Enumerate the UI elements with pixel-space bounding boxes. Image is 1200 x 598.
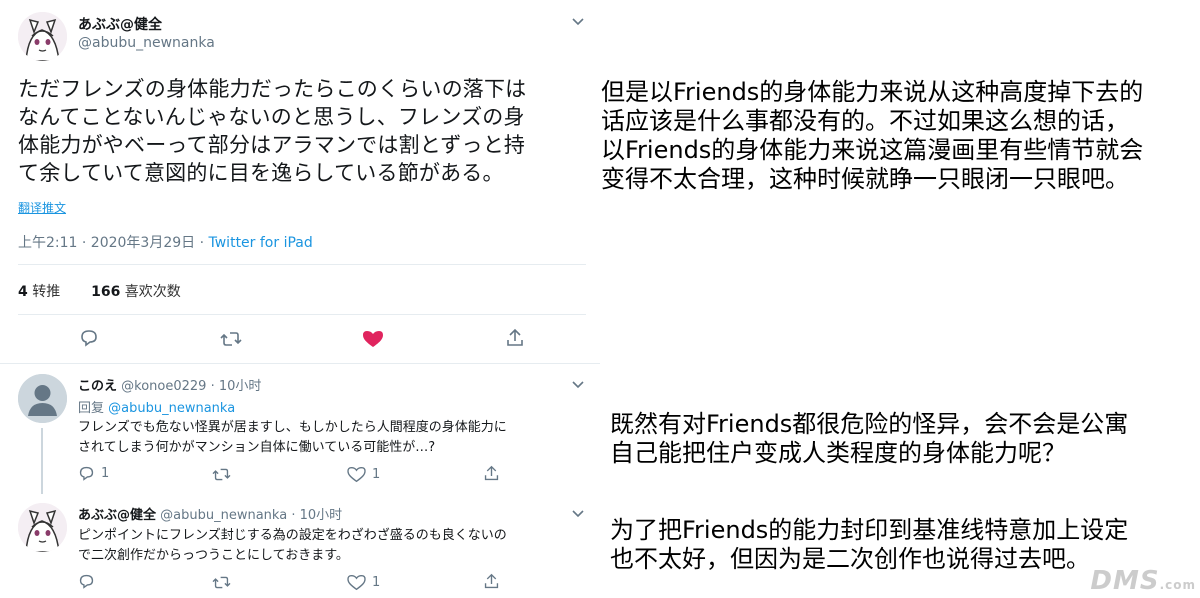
translation-block-1: 但是以Friends的身体能力来说从这种高度掉下去的 话应该是什么事都没有的。不…	[601, 78, 1143, 194]
tweet-panel: あぶぶ@健全 @abubu_newnanka ただフレンズの身体能力だったらこの…	[0, 0, 600, 598]
author-handle[interactable]: @abubu_newnanka	[78, 35, 215, 51]
translation-line: 但是以Friends的身体能力来说从这种高度掉下去的	[601, 78, 1144, 106]
like-button[interactable]	[362, 329, 384, 349]
chevron-down-icon[interactable]	[572, 14, 584, 30]
tweet-text-line: 体能力がやベーって部分はアラマンでは割とずっと持	[18, 133, 526, 157]
tweet-text-line: なんてことないんじゃないのと思うし、フレンズの身	[18, 105, 525, 129]
tweet-meta: 上午2:11 · 2020年3月29日 · Twitter for iPad	[18, 232, 313, 252]
reply-mention-link[interactable]: @abubu_newnanka	[108, 401, 235, 416]
chevron-down-icon[interactable]	[572, 506, 584, 522]
watermark-logo: DMS.com	[1090, 566, 1196, 596]
translation-line: 以Friends的身体能力来说这篇漫画里有些情节就会	[601, 136, 1144, 164]
like-stat[interactable]: 166 喜欢次数	[91, 284, 181, 300]
retweet-count: 4	[18, 284, 28, 300]
reply-author-handle[interactable]: @abubu_newnanka · 10小时	[160, 508, 342, 523]
heart-outline-icon	[347, 575, 366, 591]
like-button[interactable]: 1	[347, 574, 380, 591]
retweet-button[interactable]	[212, 466, 231, 483]
reply-button[interactable]	[78, 573, 95, 590]
reply-icon	[81, 330, 97, 347]
avatar[interactable]	[18, 12, 67, 61]
avatar[interactable]	[18, 374, 67, 423]
divider	[18, 264, 586, 265]
like-count: 1	[372, 575, 381, 590]
share-icon	[507, 328, 523, 346]
reply-prefix: 回复	[78, 401, 105, 416]
reply-author-name[interactable]: このえ	[78, 379, 117, 394]
reply-icon	[79, 574, 94, 589]
retweet-button[interactable]	[212, 574, 231, 591]
tweet-text: ただフレンズの身体能力だったらこのくらいの落下は なんてことないんじゃないのと思…	[18, 75, 588, 187]
reply-text-line: で二次創作だからっつうことにしておきます。	[78, 548, 349, 563]
reply-text-line: ピンポイントにフレンズ封じする為の設定をわざわざ盛るのも良くないの	[78, 528, 507, 543]
divider	[18, 314, 586, 315]
translation-line: 变得不太合理，这种时候就睁一只眼闭一只眼吧。	[601, 165, 1129, 193]
share-button[interactable]	[483, 573, 500, 590]
divider	[0, 363, 600, 364]
reply-text: ピンポイントにフレンズ封じする為の設定をわざわざ盛るのも良くないの で二次創作だ…	[78, 526, 588, 566]
like-label: 喜欢次数	[124, 284, 181, 300]
translate-link[interactable]: 翻译推文	[18, 199, 66, 216]
like-count: 1	[372, 467, 381, 482]
reply-button[interactable]	[79, 328, 99, 348]
default-avatar-icon	[18, 374, 67, 423]
reply-author-handle[interactable]: @konoe0229 · 10小时	[121, 379, 261, 394]
reply-text-line: フレンズでも危ない怪異が居ますし、もしかしたら人間程度の身体能力に	[78, 420, 507, 435]
source-link[interactable]: Twitter for iPad	[209, 235, 313, 251]
reply-context: 回复 @abubu_newnanka	[78, 397, 235, 416]
retweet-icon	[212, 468, 231, 481]
share-icon	[484, 573, 499, 589]
avatar[interactable]	[18, 503, 67, 552]
retweet-icon	[212, 576, 231, 589]
translation-line: 话应该是什么事都没有的。不过如果这么想的话，	[601, 107, 1129, 135]
chevron-down-icon[interactable]	[572, 377, 584, 393]
translation-line: 既然有对Friends都很危险的怪异，会不会是公寓	[610, 410, 1129, 438]
thread-line	[41, 428, 43, 494]
translation-line: 为了把Friends的能力封印到基准线特意加上设定	[610, 516, 1129, 544]
tweet-stats: 4 转推 166 喜欢次数	[18, 281, 181, 301]
retweet-stat[interactable]: 4 转推	[18, 284, 60, 300]
heart-icon	[363, 331, 383, 347]
reply-author-name[interactable]: あぶぶ@健全	[78, 508, 156, 523]
reply-count: 1	[101, 466, 110, 481]
reply-button[interactable]: 1	[78, 465, 109, 482]
reply-icon	[79, 466, 94, 481]
translation-block-2: 既然有对Friends都很危险的怪异，会不会是公寓 自己能把住户变成人类程度的身…	[610, 410, 1128, 468]
like-count: 166	[91, 284, 121, 300]
retweet-label: 转推	[32, 284, 61, 300]
tweet-text-line: て余していて意図的に目を逸らしている節がある。	[18, 161, 504, 185]
share-icon	[484, 465, 499, 481]
retweet-button[interactable]	[220, 329, 242, 349]
retweet-icon	[220, 332, 242, 346]
tweet-text-line: ただフレンズの身体能力だったらこのくらいの落下は	[18, 77, 527, 101]
author-name[interactable]: あぶぶ@健全	[78, 14, 162, 34]
reply-text-line: されてしまう何かがマンション自体に働いている可能性が…?	[78, 440, 436, 455]
share-button[interactable]	[505, 328, 525, 348]
translation-line: 自己能把住户变成人类程度的身体能力呢？	[610, 439, 1066, 467]
share-button[interactable]	[483, 465, 500, 482]
reply-header: あぶぶ@健全 @abubu_newnanka · 10小时	[78, 504, 342, 523]
like-button[interactable]: 1	[347, 466, 380, 483]
reply-text: フレンズでも危ない怪異が居ますし、もしかしたら人間程度の身体能力に されてしまう…	[78, 418, 588, 458]
watermark-suffix: .com	[1159, 578, 1196, 592]
timestamp[interactable]: 上午2:11 · 2020年3月29日 ·	[18, 235, 209, 251]
heart-outline-icon	[347, 467, 366, 483]
reply-header: このえ @konoe0229 · 10小时	[78, 375, 261, 394]
translation-block-3: 为了把Friends的能力封印到基准线特意加上设定 也不太好，但因为是二次创作也…	[610, 516, 1128, 574]
watermark-main: DMS	[1090, 566, 1160, 596]
translation-line: 也不太好，但因为是二次创作也说得过去吧。	[610, 545, 1090, 573]
